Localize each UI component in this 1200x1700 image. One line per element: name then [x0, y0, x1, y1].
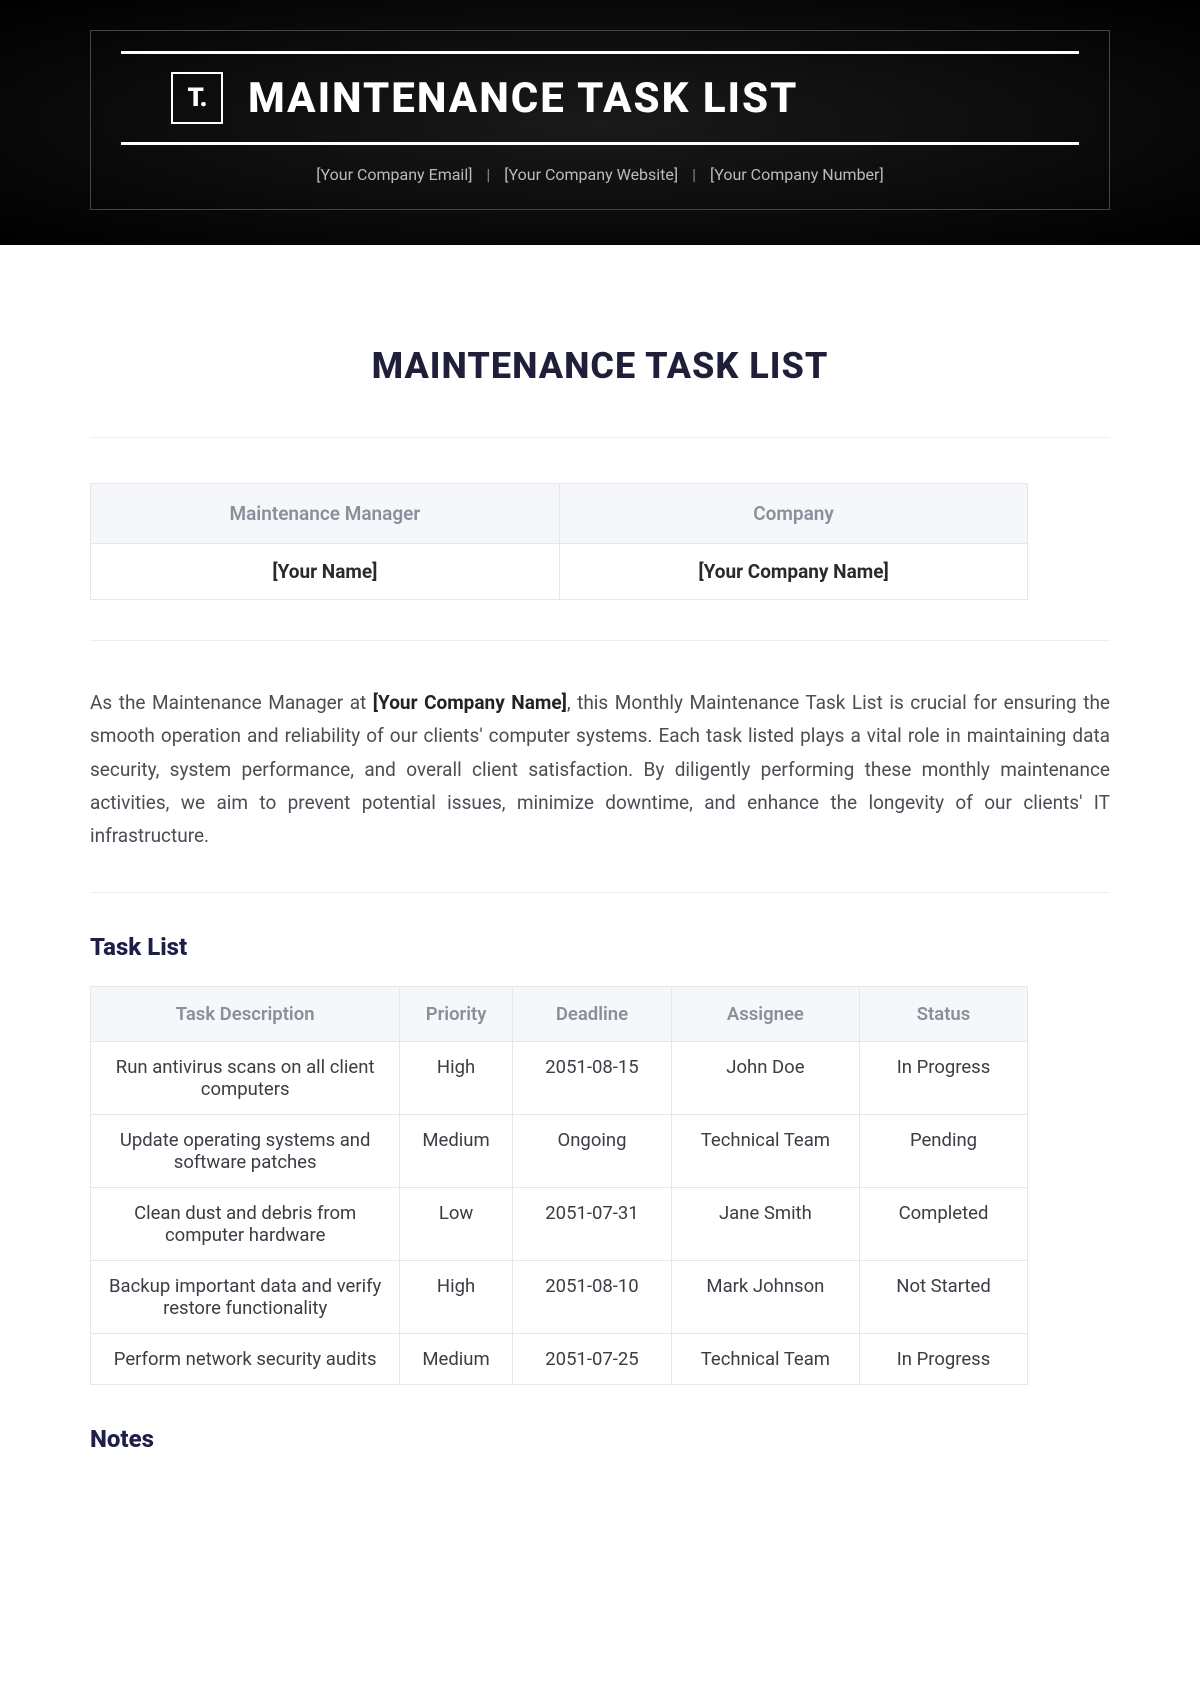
banner-title: MAINTENANCE TASK LIST [248, 74, 798, 123]
task-deadline: 2051-07-31 [512, 1188, 671, 1261]
divider [90, 892, 1110, 893]
divider [90, 640, 1110, 641]
task-header-status: Status [859, 987, 1028, 1042]
table-row: Task Description Priority Deadline Assig… [91, 987, 1028, 1042]
table-row: Run antivirus scans on all client comput… [91, 1042, 1028, 1115]
info-value-company: [Your Company Name] [559, 544, 1028, 600]
section-heading-task-list: Task List [90, 933, 1110, 961]
info-value-manager: [Your Name] [91, 544, 560, 600]
task-desc: Clean dust and debris from computer hard… [91, 1188, 400, 1261]
task-desc: Update operating systems and software pa… [91, 1115, 400, 1188]
task-assignee: Mark Johnson [672, 1261, 859, 1334]
task-status: In Progress [859, 1042, 1028, 1115]
task-desc: Backup important data and verify restore… [91, 1261, 400, 1334]
section-heading-notes: Notes [90, 1425, 1110, 1453]
intro-paragraph: As the Maintenance Manager at [Your Comp… [90, 686, 1110, 852]
banner-inner: T. MAINTENANCE TASK LIST [Your Company E… [90, 30, 1110, 210]
content: MAINTENANCE TASK LIST Maintenance Manage… [0, 245, 1200, 1518]
intro-pre: As the Maintenance Manager at [90, 691, 373, 714]
banner-rule-bottom [121, 142, 1079, 145]
table-row: Maintenance Manager Company [91, 484, 1028, 544]
task-priority: Medium [400, 1115, 512, 1188]
contact-website: [Your Company Website] [504, 165, 678, 184]
contact-number: [Your Company Number] [710, 165, 884, 184]
info-table-wrap: Maintenance Manager Company [Your Name] … [90, 483, 1110, 600]
task-priority: High [400, 1261, 512, 1334]
divider [90, 437, 1110, 438]
table-row: Clean dust and debris from computer hard… [91, 1188, 1028, 1261]
logo-icon: T. [171, 72, 223, 124]
info-table: Maintenance Manager Company [Your Name] … [90, 483, 1028, 600]
info-header-company: Company [559, 484, 1028, 544]
task-desc: Run antivirus scans on all client comput… [91, 1042, 400, 1115]
intro-post: , this Monthly Maintenance Task List is … [90, 691, 1110, 847]
task-header-priority: Priority [400, 987, 512, 1042]
task-deadline: 2051-08-15 [512, 1042, 671, 1115]
task-deadline: 2051-08-10 [512, 1261, 671, 1334]
task-priority: Low [400, 1188, 512, 1261]
task-assignee: Jane Smith [672, 1188, 859, 1261]
separator-icon: | [692, 165, 696, 184]
task-table: Task Description Priority Deadline Assig… [90, 986, 1028, 1385]
task-desc: Perform network security audits [91, 1334, 400, 1385]
info-header-manager: Maintenance Manager [91, 484, 560, 544]
table-row: [Your Name] [Your Company Name] [91, 544, 1028, 600]
task-status: Completed [859, 1188, 1028, 1261]
task-assignee: John Doe [672, 1042, 859, 1115]
table-row: Perform network security audits Medium 2… [91, 1334, 1028, 1385]
top-banner: T. MAINTENANCE TASK LIST [Your Company E… [0, 0, 1200, 245]
task-priority: Medium [400, 1334, 512, 1385]
banner-contacts: [Your Company Email] | [Your Company Web… [121, 165, 1079, 184]
contact-email: [Your Company Email] [316, 165, 472, 184]
table-row: Update operating systems and software pa… [91, 1115, 1028, 1188]
task-deadline: Ongoing [512, 1115, 671, 1188]
task-table-wrap: Task Description Priority Deadline Assig… [90, 986, 1110, 1385]
task-assignee: Technical Team [672, 1334, 859, 1385]
task-header-deadline: Deadline [512, 987, 671, 1042]
task-header-desc: Task Description [91, 987, 400, 1042]
task-status: Not Started [859, 1261, 1028, 1334]
intro-company-bold: [Your Company Name] [373, 691, 567, 714]
page-title: MAINTENANCE TASK LIST [90, 345, 1110, 387]
task-status: In Progress [859, 1334, 1028, 1385]
separator-icon: | [486, 165, 490, 184]
task-priority: High [400, 1042, 512, 1115]
banner-row: T. MAINTENANCE TASK LIST [121, 54, 1079, 142]
task-deadline: 2051-07-25 [512, 1334, 671, 1385]
task-assignee: Technical Team [672, 1115, 859, 1188]
table-row: Backup important data and verify restore… [91, 1261, 1028, 1334]
task-status: Pending [859, 1115, 1028, 1188]
task-header-assignee: Assignee [672, 987, 859, 1042]
